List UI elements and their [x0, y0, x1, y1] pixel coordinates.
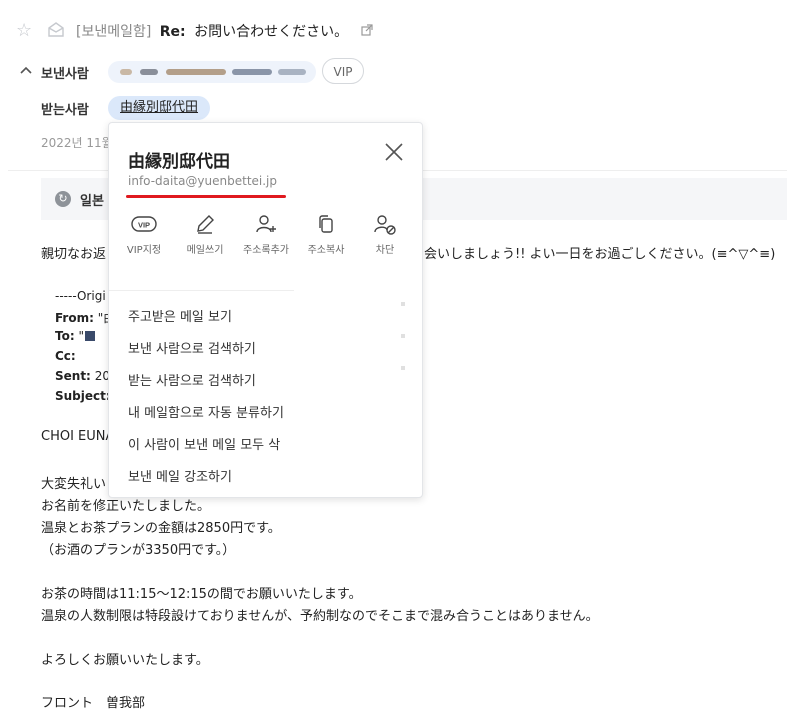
redacted-sender-part	[278, 69, 306, 75]
add-contact-button[interactable]: 주소록추가	[236, 213, 296, 256]
vip-action-button[interactable]: VIP VIP지정	[114, 213, 174, 256]
menu-view-conversation[interactable]: 주고받은 메일 보기	[128, 306, 232, 325]
menu-auto-sort[interactable]: 내 메일함으로 자동 분류하기	[128, 402, 284, 421]
translation-language[interactable]: 일본	[80, 190, 104, 209]
envelope-icon	[47, 22, 65, 42]
body-line: お茶の時間は11:15～12:15の間でお願いいたします。	[41, 587, 362, 602]
body-line: 大変失礼い	[41, 477, 107, 492]
folder-tag: [보낸메일함]	[76, 24, 152, 40]
quote-to-label: To:	[55, 329, 75, 343]
add-contact-icon	[256, 215, 276, 233]
close-icon[interactable]	[383, 141, 405, 163]
redacted-sender	[120, 69, 132, 75]
block-button[interactable]: 차단	[355, 213, 415, 256]
highlight-underline	[126, 195, 286, 198]
contact-popup: 由縁別邸代田 info-daita@yuenbettei.jp VIP VIP지…	[108, 122, 423, 498]
quote-cc-label: Cc:	[55, 349, 76, 363]
scroll-indicator	[401, 334, 405, 338]
signature: フロント 曽我部	[41, 696, 146, 711]
quote-from-label: From:	[55, 311, 94, 325]
contact-name: 由縁別邸代田	[128, 152, 230, 172]
quote-subject-label: Subject:	[55, 389, 111, 403]
pencil-icon	[197, 215, 214, 234]
redacted-sender-part	[232, 69, 272, 75]
vip-icon: VIP	[131, 216, 157, 232]
recipient-chip[interactable]: 由縁別邸代田	[108, 96, 211, 120]
scroll-indicator	[401, 366, 405, 370]
svg-text:VIP: VIP	[138, 221, 150, 230]
action-label: 주소복사	[307, 245, 345, 256]
chevron-up-icon[interactable]	[20, 64, 32, 79]
external-link-icon[interactable]	[360, 24, 373, 39]
menu-search-recipient[interactable]: 받는 사람으로 검색하기	[128, 370, 256, 389]
scroll-indicator	[401, 302, 405, 306]
action-label: 차단	[375, 245, 395, 256]
subject-text: お問い合わせください。	[194, 24, 349, 40]
original-separator: -----Origi	[55, 289, 106, 303]
copy-icon	[319, 215, 333, 233]
quote-cc: Cc:	[55, 349, 76, 363]
reply-prefix: Re:	[159, 24, 186, 40]
body-line: 会いしましょう!! よい一日をお過ごしください。(≡^▽^≡)	[424, 247, 776, 262]
quote-from: From: "由	[55, 309, 115, 326]
menu-delete-all-from-sender[interactable]: 이 사람이 보낸 메일 모두 삭	[128, 434, 280, 453]
action-label: 주소록추가	[243, 245, 289, 256]
contact-email[interactable]: info-daita@yuenbettei.jp	[128, 174, 277, 188]
quote-to: To: "	[55, 329, 95, 343]
greeting-line: CHOI EUNA	[41, 429, 115, 444]
star-outline-icon[interactable]: ☆	[16, 22, 32, 40]
action-label: 메일쓰기	[186, 245, 224, 256]
popup-divider	[109, 290, 294, 291]
mail-subject: [보낸메일함] Re: お問い合わせください。	[76, 21, 373, 41]
redacted-sender-part	[140, 69, 158, 75]
sender-label: 보낸사람	[41, 67, 89, 82]
body-line: 温泉とお茶プランの金額は2850円です。	[41, 521, 281, 536]
redacted-sender-part	[166, 69, 226, 75]
write-mail-button[interactable]: 메일쓰기	[175, 213, 235, 256]
vip-button[interactable]: VIP	[322, 58, 364, 84]
menu-search-sender[interactable]: 보낸 사람으로 검색하기	[128, 338, 256, 357]
menu-highlight-sent[interactable]: 보낸 메일 강조하기	[128, 466, 232, 485]
translate-icon[interactable]: ↻	[55, 191, 71, 207]
mail-date: 2022년 11월	[41, 136, 113, 150]
redacted-to	[85, 331, 95, 341]
body-line: （お酒のプランが3350円です。）	[41, 543, 236, 558]
body-line: 親切なお返	[41, 247, 107, 262]
quote-sent-label: Sent:	[55, 369, 91, 383]
body-line: よろしくお願いいたします。	[41, 653, 209, 668]
block-user-icon	[374, 215, 396, 235]
copy-address-button[interactable]: 주소복사	[296, 213, 356, 256]
action-label: VIP지정	[126, 245, 162, 256]
quote-to-value: "	[78, 329, 84, 343]
recipient-label: 받는사람	[41, 103, 89, 118]
body-line: 温泉の人数制限は特段設けておりませんが、予約制なのでそこまで混み合うことはありま…	[41, 609, 599, 624]
